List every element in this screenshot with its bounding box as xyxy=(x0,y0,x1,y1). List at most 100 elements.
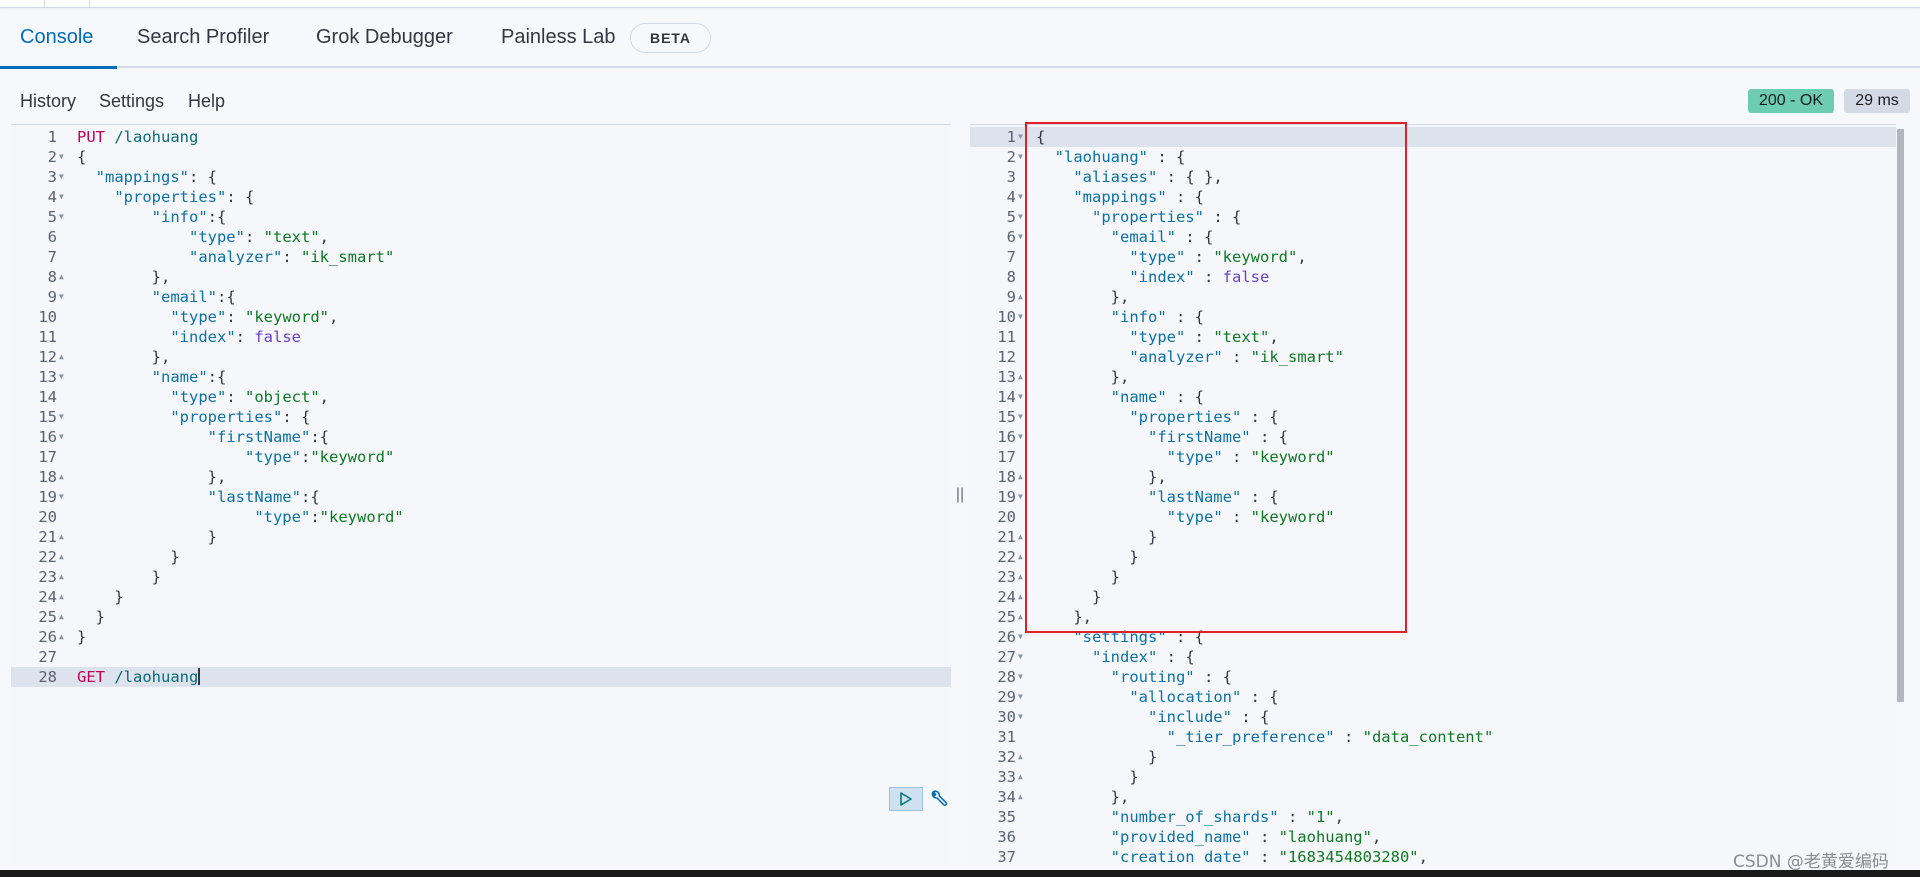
code-line: 24 ▲ } xyxy=(970,587,1896,607)
code-text: "index": false xyxy=(170,328,301,346)
fold-expand-icon[interactable]: ▲ xyxy=(1018,567,1028,587)
line-number: 32 xyxy=(997,748,1016,766)
code-line[interactable]: 3 ▼ "mappings": { xyxy=(11,167,951,187)
fold-collapse-icon[interactable]: ▼ xyxy=(1018,407,1028,427)
code-line[interactable]: 17 "type":"keyword" xyxy=(11,447,951,467)
fold-collapse-icon[interactable]: ▼ xyxy=(59,367,69,387)
fold-collapse-icon[interactable]: ▼ xyxy=(59,207,69,227)
fold-collapse-icon[interactable]: ▼ xyxy=(59,167,69,187)
code-line[interactable]: 5 ▼ "info":{ xyxy=(11,207,951,227)
code-line[interactable]: 2 ▼ { xyxy=(11,147,951,167)
fold-expand-icon[interactable]: ▲ xyxy=(59,467,69,487)
fold-expand-icon[interactable]: ▲ xyxy=(59,267,69,287)
tab-search-profiler[interactable]: Search Profiler xyxy=(137,26,269,49)
fold-collapse-icon[interactable]: ▼ xyxy=(1018,387,1028,407)
code-line[interactable]: 20 "type":"keyword" xyxy=(11,507,951,527)
code-text: } xyxy=(1036,548,1139,566)
fold-collapse-icon[interactable]: ▼ xyxy=(59,287,69,307)
fold-collapse-icon[interactable]: ▼ xyxy=(59,407,69,427)
code-line[interactable]: 16 ▼ "firstName":{ xyxy=(11,427,951,447)
history-link[interactable]: History xyxy=(20,91,76,112)
request-editor[interactable]: 1 PUT /laohuang 2 ▼{3 ▼ "mappings": {4 ▼ "pro… xyxy=(11,124,951,864)
code-text: "type" : "keyword", xyxy=(1129,248,1307,266)
fold-collapse-icon[interactable]: ▼ xyxy=(1018,127,1028,147)
fold-expand-icon[interactable]: ▲ xyxy=(1018,527,1028,547)
code-line[interactable]: 13 ▼ "name":{ xyxy=(11,367,951,387)
code-text: "include" : { xyxy=(1147,708,1270,726)
request-editor-lines[interactable]: 1 PUT /laohuang 2 ▼{3 ▼ "mappings": {4 ▼ "pro… xyxy=(11,127,951,687)
line-number: 23 xyxy=(38,568,57,586)
response-scrollbar[interactable] xyxy=(1897,129,1904,702)
fold-expand-icon[interactable]: ▲ xyxy=(59,567,69,587)
fold-collapse-icon[interactable]: ▼ xyxy=(1018,487,1028,507)
code-line[interactable]: 4 ▼ "properties": { xyxy=(11,187,951,207)
code-line[interactable]: 25 ▲ } xyxy=(11,607,951,627)
request-options-button[interactable] xyxy=(927,787,951,811)
code-line[interactable]: 19 ▼ "lastName":{ xyxy=(11,487,951,507)
fold-expand-icon[interactable]: ▲ xyxy=(1018,587,1028,607)
fold-collapse-icon[interactable]: ▼ xyxy=(1018,687,1028,707)
code-line[interactable]: 8 ▲ }, xyxy=(11,267,951,287)
fold-expand-icon[interactable]: ▲ xyxy=(1018,767,1028,787)
code-line[interactable]: 9 ▼ "email":{ xyxy=(11,287,951,307)
line-number: 20 xyxy=(997,508,1016,526)
fold-collapse-icon[interactable]: ▼ xyxy=(1018,707,1028,727)
code-line: 10 ▼ "info" : { xyxy=(970,307,1896,327)
fold-expand-icon[interactable]: ▲ xyxy=(1018,747,1028,767)
fold-collapse-icon[interactable]: ▼ xyxy=(1018,307,1028,327)
code-line[interactable]: 26 ▲} xyxy=(11,627,951,647)
fold-expand-icon[interactable]: ▲ xyxy=(1018,787,1028,807)
fold-expand-icon[interactable]: ▲ xyxy=(1018,367,1028,387)
fold-collapse-icon[interactable]: ▼ xyxy=(59,427,69,447)
code-line[interactable]: 6 "type": "text", xyxy=(11,227,951,247)
code-line[interactable]: 23 ▲ } xyxy=(11,567,951,587)
fold-collapse-icon[interactable]: ▼ xyxy=(1018,427,1028,447)
fold-collapse-icon[interactable]: ▼ xyxy=(1018,147,1028,167)
fold-collapse-icon[interactable]: ▼ xyxy=(59,147,69,167)
fold-collapse-icon[interactable]: ▼ xyxy=(1018,627,1028,647)
code-line[interactable]: 21 ▲ } xyxy=(11,527,951,547)
fold-expand-icon[interactable]: ▲ xyxy=(59,547,69,567)
code-text: "number_of_shards" : "1", xyxy=(1110,808,1344,826)
fold-expand-icon[interactable]: ▲ xyxy=(59,347,69,367)
fold-expand-icon[interactable]: ▲ xyxy=(59,627,69,647)
pane-resize-handle[interactable]: || xyxy=(955,486,965,506)
send-request-button[interactable] xyxy=(889,787,923,811)
code-line[interactable]: 11 "index": false xyxy=(11,327,951,347)
code-line[interactable]: 15 ▼ "properties": { xyxy=(11,407,951,427)
help-link[interactable]: Help xyxy=(188,91,225,112)
code-line[interactable]: 22 ▲ } xyxy=(11,547,951,567)
code-line[interactable]: 28 GET /laohuang xyxy=(11,667,951,687)
code-line: 5 ▼ "properties" : { xyxy=(970,207,1896,227)
fold-expand-icon[interactable]: ▲ xyxy=(59,587,69,607)
code-line[interactable]: 1 PUT /laohuang xyxy=(11,127,951,147)
code-line[interactable]: 14 "type": "object", xyxy=(11,387,951,407)
code-line[interactable]: 27 xyxy=(11,647,951,667)
fold-expand-icon[interactable]: ▲ xyxy=(1018,467,1028,487)
code-text: "analyzer": "ik_smart" xyxy=(188,248,395,266)
fold-expand-icon[interactable]: ▲ xyxy=(59,527,69,547)
tab-grok-debugger[interactable]: Grok Debugger xyxy=(316,26,453,49)
code-line[interactable]: 24 ▲ } xyxy=(11,587,951,607)
fold-expand-icon[interactable]: ▲ xyxy=(1018,287,1028,307)
fold-collapse-icon[interactable]: ▼ xyxy=(59,187,69,207)
tab-painless-lab[interactable]: Painless Lab xyxy=(501,26,616,49)
code-line[interactable]: 10 "type": "keyword", xyxy=(11,307,951,327)
fold-collapse-icon[interactable]: ▼ xyxy=(59,487,69,507)
line-number: 3 xyxy=(1006,168,1016,186)
fold-expand-icon[interactable]: ▲ xyxy=(1018,547,1028,567)
fold-collapse-icon[interactable]: ▼ xyxy=(1018,667,1028,687)
settings-link[interactable]: Settings xyxy=(99,91,164,112)
tab-console[interactable]: Console xyxy=(20,26,93,49)
code-text: "index" : { xyxy=(1092,648,1195,666)
fold-collapse-icon[interactable]: ▼ xyxy=(1018,187,1028,207)
code-text: } xyxy=(77,548,180,566)
fold-collapse-icon[interactable]: ▼ xyxy=(1018,207,1028,227)
fold-expand-icon[interactable]: ▲ xyxy=(1018,607,1028,627)
fold-collapse-icon[interactable]: ▼ xyxy=(1018,647,1028,667)
code-line[interactable]: 7 "analyzer": "ik_smart" xyxy=(11,247,951,267)
fold-expand-icon[interactable]: ▲ xyxy=(59,607,69,627)
fold-collapse-icon[interactable]: ▼ xyxy=(1018,227,1028,247)
code-line[interactable]: 18 ▲ }, xyxy=(11,467,951,487)
code-line[interactable]: 12 ▲ }, xyxy=(11,347,951,367)
